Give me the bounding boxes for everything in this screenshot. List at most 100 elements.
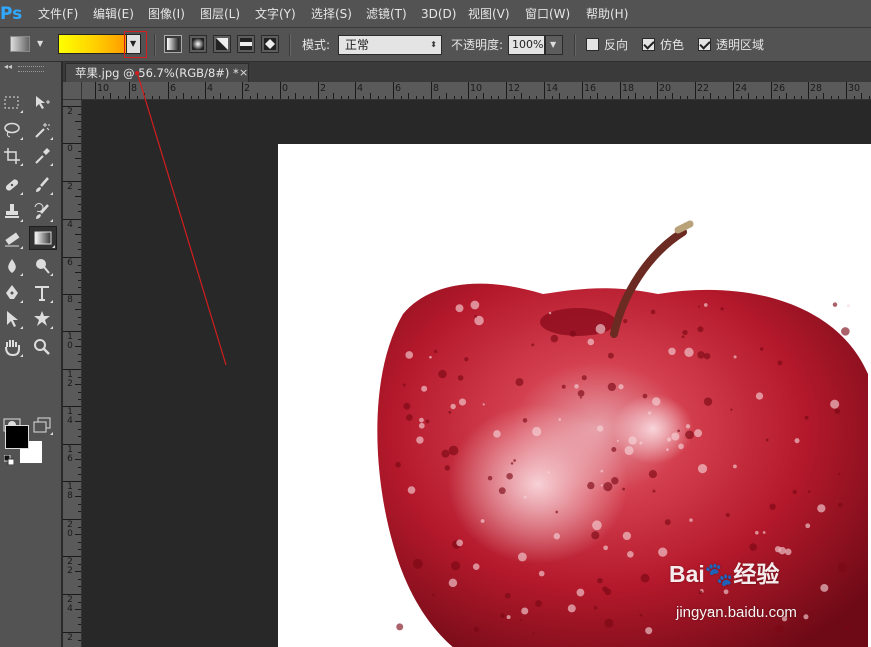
water-droplet <box>845 626 850 631</box>
ruler-minor-tick <box>868 96 870 99</box>
ruler-label: 2 <box>67 107 73 117</box>
brush-tool-icon[interactable] <box>30 174 54 196</box>
menu-edit[interactable]: 编辑(E) <box>93 0 134 28</box>
close-icon[interactable]: × <box>239 64 248 82</box>
dodge-tool-icon[interactable] <box>30 255 54 277</box>
ruler-label: 12 <box>67 370 73 389</box>
water-droplet <box>838 502 843 508</box>
gradient-tool-icon[interactable] <box>29 226 57 250</box>
eraser-tool-icon[interactable] <box>0 228 24 250</box>
panel-grip[interactable] <box>18 66 44 72</box>
ruler-minor-tick <box>528 96 530 99</box>
ruler-minor-tick <box>257 93 258 99</box>
ruler-minor-tick <box>78 601 81 603</box>
water-droplet <box>500 613 506 619</box>
diamond-gradient-icon[interactable] <box>261 35 279 53</box>
path-selection-tool-icon[interactable] <box>0 308 24 330</box>
healing-brush-tool-icon[interactable] <box>0 174 24 196</box>
linear-gradient-icon[interactable] <box>164 35 182 53</box>
ruler-label: 10 <box>470 83 483 94</box>
pen-tool-icon[interactable] <box>0 282 24 304</box>
blur-tool-icon[interactable] <box>0 255 24 277</box>
ruler-origin[interactable] <box>63 82 82 100</box>
menu-window[interactable]: 窗口(W) <box>525 0 570 28</box>
transparency-checkbox[interactable] <box>698 38 711 51</box>
ruler-minor-tick <box>78 249 81 250</box>
ruler-label: 24 <box>67 595 73 614</box>
menu-image[interactable]: 图像(I) <box>148 0 185 28</box>
ruler-minor-tick <box>400 96 402 99</box>
screen-mode-icon[interactable] <box>30 414 54 436</box>
water-droplet <box>720 307 724 311</box>
ruler-minor-tick <box>717 96 719 99</box>
ruler-minor-tick <box>78 488 81 490</box>
water-droplet <box>624 445 634 456</box>
water-droplet <box>455 304 464 313</box>
tool-preset-picker[interactable] <box>10 36 30 52</box>
ruler-minor-tick <box>78 113 81 115</box>
reverse-checkbox[interactable] <box>586 38 599 51</box>
menu-filter[interactable]: 滤镜(T) <box>366 0 407 28</box>
marquee-tool-icon[interactable] <box>0 92 24 114</box>
ruler-minor-tick <box>536 96 537 99</box>
ruler-minor-tick <box>175 96 177 99</box>
mode-select[interactable]: 正常 ⬍ <box>338 35 442 55</box>
ruler-minor-tick <box>78 361 81 362</box>
ruler-minor-tick <box>815 96 817 99</box>
document-image[interactable] <box>278 144 871 647</box>
tools-panel: ◂◂ ↰ <box>0 62 62 647</box>
menu-select[interactable]: 选择(S) <box>311 0 352 28</box>
ruler-minor-tick <box>78 211 81 212</box>
water-droplet <box>577 390 585 397</box>
eyedropper-tool-icon[interactable] <box>30 145 54 167</box>
horizontal-ruler[interactable]: 10 8 6 4 2 0 2 4 6 8 10 12 14 16 18 20 22 24 26 28 30 <box>82 82 871 100</box>
chevron-down-icon[interactable]: ▼ <box>37 39 43 48</box>
opacity-dropdown-button[interactable]: ▼ <box>545 35 563 55</box>
menu-file[interactable]: 文件(F) <box>38 0 78 28</box>
magic-wand-tool-icon[interactable] <box>30 119 54 141</box>
dither-checkbox[interactable] <box>642 38 655 51</box>
ruler-minor-tick <box>446 93 447 99</box>
ruler-tick <box>280 82 281 99</box>
crop-tool-icon[interactable] <box>0 145 24 167</box>
menu-help[interactable]: 帮助(H) <box>586 0 628 28</box>
vertical-ruler[interactable]: 20246810121416182022242 <box>63 100 82 647</box>
custom-shape-tool-icon[interactable] <box>30 308 54 330</box>
history-brush-tool-icon[interactable] <box>30 201 54 223</box>
angle-gradient-icon[interactable] <box>213 35 231 53</box>
ruler-minor-tick <box>78 287 81 288</box>
default-colors-icon[interactable] <box>4 455 14 465</box>
foreground-color-swatch[interactable] <box>5 425 29 449</box>
ruler-minor-tick <box>408 93 409 99</box>
hand-tool-icon[interactable] <box>0 336 24 358</box>
ruler-minor-tick <box>513 96 515 99</box>
water-droplet <box>567 604 576 613</box>
ruler-minor-tick <box>453 96 455 99</box>
water-droplet <box>506 615 511 620</box>
ruler-tick <box>544 82 545 99</box>
water-droplet <box>652 397 661 406</box>
move-tool-icon[interactable] <box>30 92 54 114</box>
menu-3d[interactable]: 3D(D) <box>421 0 456 28</box>
document-tab[interactable]: 苹果.jpg @ 56.7%(RGB/8#) * × <box>65 63 249 82</box>
menu-type[interactable]: 文字(Y) <box>255 0 296 28</box>
gradient-editor-swatch[interactable] <box>58 34 127 54</box>
reflected-gradient-icon[interactable] <box>237 35 255 53</box>
opacity-input[interactable]: 100% <box>508 35 545 55</box>
ruler-minor-tick <box>755 96 757 99</box>
ruler-tick <box>733 82 734 99</box>
radial-gradient-icon[interactable] <box>189 35 207 53</box>
water-droplet <box>697 326 704 333</box>
lasso-tool-icon[interactable] <box>0 119 24 141</box>
opacity-label: 不透明度: <box>451 38 504 52</box>
type-tool-icon[interactable] <box>30 282 54 304</box>
ruler-tick <box>355 82 356 99</box>
clone-stamp-tool-icon[interactable] <box>0 201 24 223</box>
water-droplet <box>832 302 838 307</box>
menu-view[interactable]: 视图(V) <box>468 0 510 28</box>
menu-layer[interactable]: 图层(L) <box>200 0 240 28</box>
zoom-tool-icon[interactable] <box>30 336 54 358</box>
water-droplet <box>419 417 424 423</box>
water-droplet <box>703 352 711 360</box>
collapse-arrows-icon[interactable]: ◂◂ <box>4 62 12 71</box>
